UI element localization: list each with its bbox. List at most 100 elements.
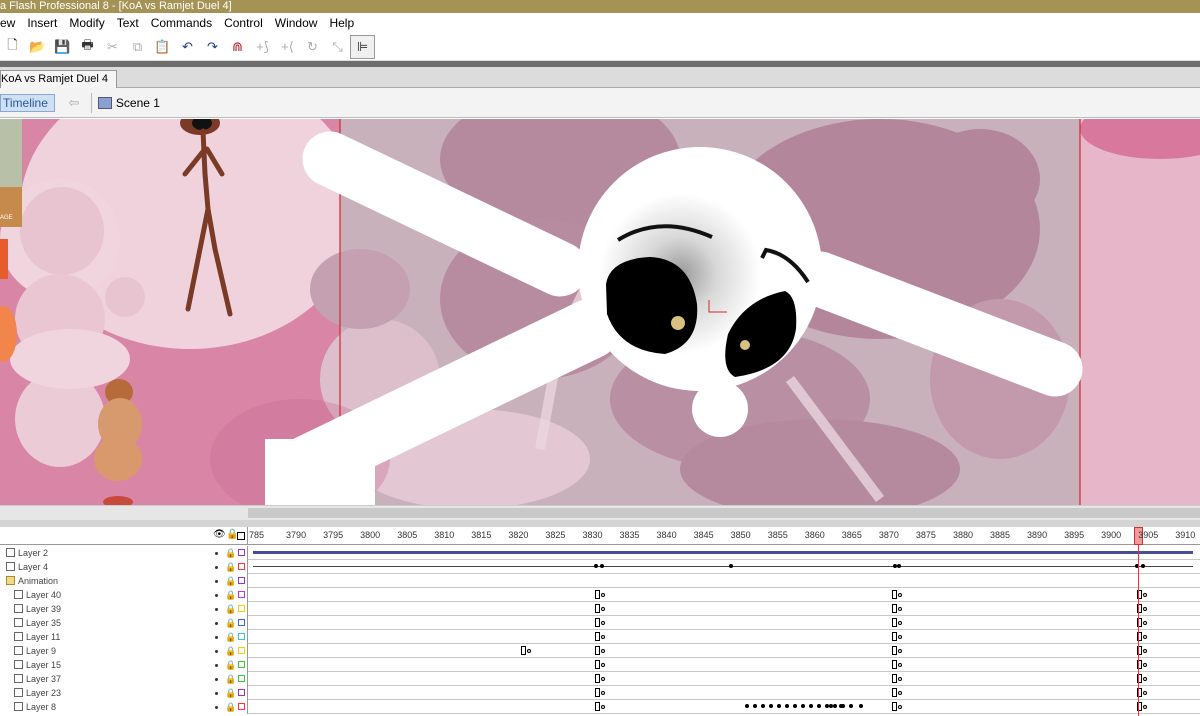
layer-frames[interactable]: [249, 700, 1200, 714]
blank-keyframe[interactable]: [601, 621, 605, 625]
snap-magnet-icon[interactable]: ⋒: [225, 35, 250, 59]
smooth-icon[interactable]: +⟆: [250, 35, 275, 59]
menu-item-text[interactable]: Text: [111, 13, 145, 33]
layer-name-cell[interactable]: Layer 37 🔒: [0, 672, 248, 686]
blank-keyframe[interactable]: [1143, 607, 1147, 611]
timeline-toggle-button[interactable]: Timeline: [0, 93, 55, 112]
layer-frames[interactable]: [249, 658, 1200, 672]
eye-icon[interactable]: 👁: [213, 529, 226, 541]
keyframe[interactable]: [595, 618, 600, 627]
scrollbar-thumb[interactable]: [248, 508, 1200, 518]
layer-row[interactable]: Layer 4 🔒: [0, 560, 1200, 574]
layer-row[interactable]: Layer 23 🔒: [0, 686, 1200, 700]
keyframe[interactable]: [595, 590, 600, 599]
blank-keyframe[interactable]: [601, 677, 605, 681]
keyframe[interactable]: [595, 604, 600, 613]
layer-lock-icon[interactable]: 🔒: [225, 604, 236, 614]
blank-keyframe[interactable]: [898, 607, 902, 611]
layer-outline-swatch[interactable]: [238, 703, 245, 710]
menu-item-insert[interactable]: Insert: [21, 13, 63, 33]
keyframe[interactable]: [892, 646, 897, 655]
keyframe[interactable]: [892, 632, 897, 641]
layer-lock-icon[interactable]: 🔒: [225, 590, 236, 600]
blank-keyframe[interactable]: [1143, 691, 1147, 695]
keyframe[interactable]: [817, 704, 821, 708]
keyframe[interactable]: [595, 702, 600, 711]
visibility-dot[interactable]: [215, 552, 218, 555]
keyframe[interactable]: [892, 618, 897, 627]
layer-name-cell[interactable]: Layer 2 🔒: [0, 546, 248, 560]
blank-keyframe[interactable]: [898, 677, 902, 681]
blank-keyframe[interactable]: [601, 607, 605, 611]
layer-outline-swatch[interactable]: [238, 675, 245, 682]
layer-name-cell[interactable]: Layer 40 🔒: [0, 588, 248, 602]
layer-frames[interactable]: [249, 602, 1200, 616]
layer-name-cell[interactable]: Layer 8 🔒: [0, 700, 248, 714]
layer-row[interactable]: Layer 9 🔒: [0, 644, 1200, 658]
visibility-dot[interactable]: [215, 650, 218, 653]
layer-outline-swatch[interactable]: [238, 549, 245, 556]
layer-outline-swatch[interactable]: [238, 661, 245, 668]
keyframe[interactable]: [600, 564, 604, 568]
menu-item-ew[interactable]: ew: [0, 13, 21, 33]
keyframe[interactable]: [595, 688, 600, 697]
layer-frames[interactable]: [249, 574, 1200, 588]
blank-keyframe[interactable]: [1143, 705, 1147, 709]
back-arrow-icon[interactable]: ⇦: [63, 95, 85, 111]
layer-row[interactable]: Layer 2 🔒: [0, 546, 1200, 560]
blank-keyframe[interactable]: [601, 649, 605, 653]
layer-name-cell[interactable]: Layer 15 🔒: [0, 658, 248, 672]
visibility-dot[interactable]: [215, 692, 218, 695]
blank-keyframe[interactable]: [601, 705, 605, 709]
keyframe[interactable]: [595, 660, 600, 669]
layer-frames[interactable]: [249, 588, 1200, 602]
layer-outline-swatch[interactable]: [238, 647, 245, 654]
keyframe[interactable]: [897, 564, 901, 568]
menu-item-window[interactable]: Window: [269, 13, 324, 33]
straighten-icon[interactable]: +⟨: [275, 35, 300, 59]
keyframe[interactable]: [859, 704, 863, 708]
keyframe[interactable]: [769, 704, 773, 708]
layer-lock-icon[interactable]: 🔒: [225, 688, 236, 698]
layer-name-cell[interactable]: Layer 11 🔒: [0, 630, 248, 644]
keyframe[interactable]: [849, 704, 853, 708]
keyframe[interactable]: [809, 704, 813, 708]
blank-keyframe[interactable]: [601, 691, 605, 695]
layer-row[interactable]: Layer 15 🔒: [0, 658, 1200, 672]
paste-icon[interactable]: 📋: [150, 35, 175, 59]
outline-icon[interactable]: [237, 532, 245, 540]
undo-icon[interactable]: ↶: [175, 35, 200, 59]
layer-outline-swatch[interactable]: [238, 633, 245, 640]
cut-icon[interactable]: ✂: [100, 35, 125, 59]
redo-icon[interactable]: ↷: [200, 35, 225, 59]
layer-frames[interactable]: [249, 672, 1200, 686]
blank-keyframe[interactable]: [601, 635, 605, 639]
visibility-dot[interactable]: [215, 706, 218, 709]
layer-outline-swatch[interactable]: [238, 605, 245, 612]
keyframe[interactable]: [1141, 564, 1145, 568]
blank-keyframe[interactable]: [1143, 621, 1147, 625]
save-icon[interactable]: 💾: [50, 35, 75, 59]
visibility-dot[interactable]: [215, 664, 218, 667]
layer-frames[interactable]: [249, 616, 1200, 630]
keyframe[interactable]: [594, 564, 598, 568]
keyframe[interactable]: [892, 590, 897, 599]
stage-canvas[interactable]: AGE: [0, 119, 1200, 505]
layer-frames[interactable]: [249, 630, 1200, 644]
layer-lock-icon[interactable]: 🔒: [225, 548, 236, 558]
visibility-dot[interactable]: [215, 636, 218, 639]
keyframe[interactable]: [892, 702, 897, 711]
keyframe[interactable]: [833, 704, 837, 708]
keyframe[interactable]: [745, 704, 749, 708]
visibility-dot[interactable]: [215, 608, 218, 611]
playhead-line[interactable]: [1138, 545, 1139, 716]
menu-item-modify[interactable]: Modify: [63, 13, 110, 33]
keyframe[interactable]: [892, 688, 897, 697]
layer-lock-icon[interactable]: 🔒: [225, 702, 236, 712]
keyframe[interactable]: [761, 704, 765, 708]
layer-lock-icon[interactable]: 🔒: [225, 632, 236, 642]
blank-keyframe[interactable]: [898, 635, 902, 639]
blank-keyframe[interactable]: [898, 663, 902, 667]
document-tab[interactable]: KoA vs Ramjet Duel 4: [0, 70, 117, 88]
layer-row[interactable]: Layer 11 🔒: [0, 630, 1200, 644]
